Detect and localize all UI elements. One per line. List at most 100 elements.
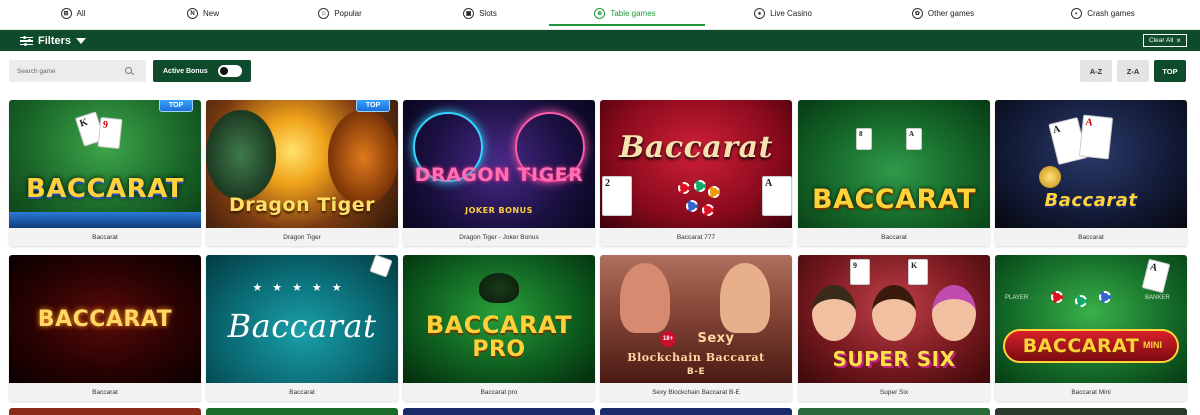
game-thumbnail: 18+ Sexy Blockchain Baccarat B-E (600, 255, 792, 383)
game-thumbnail: Dragon Tiger (206, 100, 398, 228)
game-thumbnail: PLAYER BANKER A BACCARAT MINI (995, 255, 1187, 383)
thumbnail-subtitle: JOKER BONUS (465, 206, 533, 215)
tab-label: Other games (927, 9, 975, 18)
game-name: Dragon Tiger - Joker Bonus (403, 228, 595, 246)
table-games-icon: ⊕ (594, 8, 606, 19)
game-card[interactable]: A A Baccarat Baccarat (995, 100, 1187, 246)
crash-games-icon: ◐ (1071, 8, 1083, 19)
active-bonus-filter: Active Bonus (153, 60, 251, 82)
filter-bar: Filters Clear All × (0, 30, 1200, 51)
thumbnail-title: DRAGON TIGER (414, 164, 584, 186)
tab-table-games[interactable]: ⊕ Table games (575, 0, 675, 27)
caret-down-icon (76, 37, 87, 44)
game-card-partial[interactable] (403, 408, 595, 415)
player-label: PLAYER (1005, 295, 1029, 301)
tab-popular[interactable]: ☺ Popular (300, 0, 380, 27)
game-card-partial[interactable] (9, 408, 201, 415)
game-card[interactable]: ★★★★★ Baccarat Baccarat (206, 255, 398, 401)
tab-live-casino[interactable]: ● Live Casino (738, 0, 828, 27)
thumbnail-title: Dragon Tiger (228, 194, 376, 216)
active-tab-underline (549, 24, 705, 26)
thumbnail-title: Baccarat (1044, 190, 1138, 211)
thumbnail-title: BACCARAT (25, 174, 185, 204)
game-card[interactable]: DRAGON TIGER JOKER BONUS Dragon Tiger - … (403, 100, 595, 246)
game-card-partial[interactable] (995, 408, 1187, 415)
game-name: Baccarat pro (403, 383, 595, 401)
game-name: Baccarat (9, 383, 201, 401)
game-card[interactable]: Dragon Tiger TOP Dragon Tiger (206, 100, 398, 246)
filters-label: Filters (38, 34, 72, 47)
grid-circle-icon: ⊞ (60, 8, 72, 19)
tab-new[interactable]: N New (168, 0, 238, 27)
game-thumbnail: ★★★★★ Baccarat (206, 255, 398, 383)
game-thumbnail: DRAGON TIGER JOKER BONUS (403, 100, 595, 228)
game-card-partial[interactable] (600, 408, 792, 415)
game-thumbnail: K 9 BACCARAT (9, 100, 201, 228)
top-badge: TOP (159, 100, 193, 112)
category-tabs: ⊞ All N New ☺ Popular ▣ Slots ⊕ Table ga… (0, 0, 1200, 30)
game-name: Baccarat (206, 383, 398, 401)
stars-decoration: ★★★★★ (252, 282, 352, 294)
game-card[interactable]: BACCARAT PRO Baccarat pro (403, 255, 595, 401)
thumbnail-title: SUPER SIX (832, 347, 956, 371)
clear-all-button[interactable]: Clear All × (1143, 34, 1187, 47)
game-card-partial[interactable] (798, 408, 990, 415)
game-card[interactable]: BACCARAT Baccarat (9, 255, 201, 401)
game-name: Baccarat (9, 228, 201, 246)
live-casino-icon: ● (754, 8, 766, 19)
slots-icon: ▣ (463, 8, 475, 19)
game-thumbnail: 8 A BACCARAT (798, 100, 990, 228)
tab-label: Slots (479, 9, 497, 18)
game-card[interactable]: Baccarat 2 A Baccarat 777 (600, 100, 792, 246)
tab-label: New (202, 9, 219, 18)
tab-label: All (76, 9, 86, 18)
game-thumbnail: Baccarat 2 A (600, 100, 792, 228)
game-name: Baccarat (798, 228, 990, 246)
tab-other-games[interactable]: ✿ Other games (898, 0, 988, 27)
game-thumbnail: BACCARAT PRO (403, 255, 595, 383)
game-card[interactable]: K 9 BACCARAT TOP Baccarat (9, 100, 201, 246)
game-thumbnail: 9 K SUPER SIX (798, 255, 990, 383)
search-icon[interactable] (125, 67, 132, 74)
sort-top-button[interactable]: TOP (1154, 60, 1186, 82)
tab-label: Live Casino (770, 9, 812, 18)
thumbnail-subtitle: MINI (1143, 340, 1162, 350)
spade-icon (479, 273, 519, 303)
game-card-partial[interactable] (206, 408, 398, 415)
tab-label: Popular (334, 9, 362, 18)
game-name: Baccarat Mini (995, 383, 1187, 401)
game-card[interactable]: 9 K SUPER SIX Super Six (798, 255, 990, 401)
game-name: Super Six (798, 383, 990, 401)
game-card[interactable]: PLAYER BANKER A BACCARAT MINI Baccarat M… (995, 255, 1187, 401)
search-input[interactable] (17, 67, 117, 75)
thumbnail-title: BACCARAT (425, 311, 573, 339)
thumbnail-title: BACCARAT (37, 307, 173, 332)
new-icon: N (186, 8, 198, 19)
search-box (9, 60, 146, 82)
thumbnail-subtitle: Blockchain Baccarat (627, 351, 765, 364)
sliders-icon (20, 35, 33, 46)
game-name: Baccarat 777 (600, 228, 792, 246)
game-thumbnail: BACCARAT (9, 255, 201, 383)
game-thumbnail: A A Baccarat (995, 100, 1187, 228)
game-card[interactable]: 8 A BACCARAT Baccarat (798, 100, 990, 246)
tab-label: Table games (610, 9, 656, 18)
popular-icon: ☺ (318, 8, 330, 19)
thumbnail-title: BACCARAT (811, 184, 976, 215)
thumbnail-subtitle-2: B-E (686, 367, 706, 377)
thumbnail-subtitle: PRO (472, 337, 526, 362)
tab-slots[interactable]: ▣ Slots (445, 0, 515, 27)
game-card[interactable]: 18+ Sexy Blockchain Baccarat B-E Sexy Bl… (600, 255, 792, 401)
sort-az-button[interactable]: A-Z (1080, 60, 1112, 82)
sort-za-button[interactable]: Z-A (1117, 60, 1149, 82)
active-bonus-label: Active Bonus (163, 67, 208, 75)
game-name: Dragon Tiger (206, 228, 398, 246)
top-badge: TOP (356, 100, 390, 112)
close-icon: × (1176, 35, 1181, 45)
active-bonus-toggle[interactable] (218, 65, 242, 77)
filters-button[interactable]: Filters (20, 32, 87, 49)
thumbnail-title: Baccarat (227, 307, 377, 345)
tab-all[interactable]: ⊞ All (40, 0, 106, 27)
tab-crash-games[interactable]: ◐ Crash games (1058, 0, 1148, 27)
banker-label: BANKER (1145, 295, 1170, 301)
